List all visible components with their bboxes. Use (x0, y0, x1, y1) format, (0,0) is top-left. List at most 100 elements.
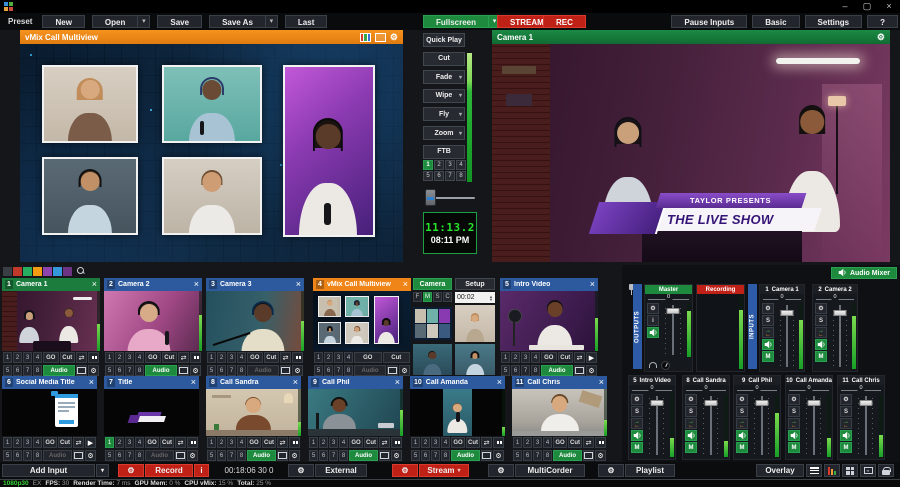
channel-speaker-icon[interactable] (647, 327, 659, 338)
overlay-7-button[interactable]: 7 (431, 450, 440, 461)
preview-video[interactable] (20, 44, 403, 262)
overlay-6-button[interactable]: 6 (115, 365, 124, 376)
channel-gear-icon[interactable]: ⚙ (815, 303, 827, 314)
overlay-5-button[interactable]: 5 (105, 450, 114, 461)
overlay-8-button[interactable]: 8 (339, 450, 348, 461)
monitor-icon[interactable] (583, 450, 594, 461)
overlay-2-button[interactable]: 2 (511, 352, 520, 363)
overlay-5-button[interactable]: 5 (105, 365, 114, 376)
input-title-bar[interactable]: 7Title× (104, 376, 199, 389)
go-button[interactable]: GO (145, 352, 161, 363)
input-title-bar[interactable]: 6Social Media Title× (2, 376, 97, 389)
call-camera-button[interactable]: Camera (413, 278, 452, 290)
audio-button[interactable]: Audio (247, 450, 276, 461)
call-thumb-caller2[interactable] (413, 344, 452, 375)
cut-button[interactable]: Cut (160, 437, 174, 448)
playlist-button[interactable]: Playlist (625, 464, 675, 477)
transition-tbar[interactable] (424, 188, 477, 208)
close-icon[interactable]: × (92, 280, 97, 289)
channel-gear-icon[interactable]: ⚙ (647, 303, 659, 314)
overlay-1-button[interactable]: 1 (513, 437, 522, 448)
category-tab-blue[interactable] (53, 267, 62, 276)
monitor-icon[interactable] (387, 365, 398, 376)
category-tab-purple[interactable] (43, 267, 52, 276)
loop-swap-icon[interactable]: ⇄ (280, 352, 291, 363)
channel-fader[interactable] (852, 394, 879, 457)
overlay-8-button[interactable]: 8 (237, 450, 246, 461)
fullscreen-preview-icon[interactable] (375, 33, 386, 42)
audio-mixer-button[interactable]: Audio Mixer (831, 267, 897, 279)
channel-bus-icon[interactable] (736, 418, 748, 429)
channel-mute-button[interactable]: M (840, 442, 852, 453)
channel-fader[interactable] (748, 394, 775, 457)
audio-button[interactable]: Audio (43, 365, 75, 376)
overlay-2-button[interactable]: 2 (13, 437, 22, 448)
input-preview[interactable] (206, 291, 304, 351)
close-icon[interactable]: × (590, 280, 595, 289)
overlay-6-button[interactable]: 6 (523, 450, 532, 461)
go-button[interactable]: GO (354, 352, 382, 363)
loop-swap-icon[interactable]: ⇄ (379, 437, 390, 448)
pause-icon[interactable] (595, 437, 606, 448)
go-button[interactable]: GO (43, 352, 59, 363)
input-preview[interactable] (104, 389, 199, 436)
overlay-7-button[interactable]: 7 (533, 450, 542, 461)
overlay-1-button[interactable]: 1 (3, 352, 12, 363)
call-mode-f-button[interactable]: F (413, 292, 422, 302)
channel-gear-icon[interactable]: ⚙ (685, 394, 697, 405)
input-title-bar[interactable]: 11Call Chris× (512, 376, 607, 389)
overlay-4-button[interactable]: 4 (135, 437, 144, 448)
overlay-8-button[interactable]: 8 (135, 365, 144, 376)
go-button[interactable]: GO (247, 437, 261, 448)
input-gear-icon[interactable]: ⚙ (586, 365, 597, 376)
call-thumb-caller3[interactable] (455, 344, 495, 375)
audio-button[interactable]: Audio (247, 365, 279, 376)
cut-button[interactable]: Cut (383, 352, 411, 363)
overlay-5-button[interactable]: 5 (207, 365, 216, 376)
overlay-3-button[interactable]: 3 (125, 352, 134, 363)
pause-icon[interactable] (289, 437, 300, 448)
dropdown-arrow-icon[interactable]: ▾ (459, 111, 462, 118)
go-button[interactable]: GO (553, 437, 567, 448)
channel-speaker-icon[interactable] (631, 430, 643, 441)
overlay-7-button[interactable]: 7 (23, 365, 32, 376)
go-button[interactable]: GO (349, 437, 363, 448)
input-gear-icon[interactable]: ⚙ (399, 365, 410, 376)
audio-button[interactable]: Audio (349, 450, 378, 461)
go-button[interactable]: GO (247, 352, 263, 363)
maximize-button[interactable]: ▢ (856, 0, 878, 13)
toolbar-basic-button[interactable]: Basic (752, 15, 799, 28)
close-icon[interactable]: × (194, 280, 199, 289)
pause-icon[interactable] (391, 437, 402, 448)
input-title-bar[interactable]: 9Call Phil× (308, 376, 403, 389)
channel-solo-button[interactable]: S (736, 406, 748, 417)
dropdown-arrow-icon[interactable]: ▾ (459, 74, 462, 81)
stream-button[interactable]: Stream▾ (419, 464, 469, 477)
input-gear-icon[interactable]: ⚙ (85, 450, 96, 461)
stinger-7-button[interactable]: 7 (445, 171, 455, 181)
channel-mute-button[interactable]: M (631, 442, 643, 453)
input-preview[interactable] (313, 291, 411, 351)
close-icon[interactable]: × (403, 280, 408, 289)
close-icon[interactable]: × (497, 378, 502, 387)
overlay-4-button[interactable]: 4 (339, 437, 348, 448)
input-preview[interactable] (500, 291, 598, 351)
toolbar-open-button[interactable]: Open (92, 15, 138, 28)
stinger-1-button[interactable]: 1 (423, 160, 433, 170)
transition-wipe-button[interactable]: Wipe▾ (423, 89, 465, 103)
loop-swap-icon[interactable]: ⇄ (277, 437, 288, 448)
close-button[interactable]: × (878, 0, 900, 13)
overlay-2-button[interactable]: 2 (523, 437, 532, 448)
record-settings-gear-icon[interactable]: ⚙ (118, 464, 144, 477)
overlay-4-button[interactable]: 4 (441, 437, 450, 448)
overlay-1-button[interactable]: 1 (501, 352, 510, 363)
overlay-6-button[interactable]: 6 (13, 365, 22, 376)
overlay-4-button[interactable]: 4 (543, 437, 552, 448)
overlay-1-button[interactable]: 1 (105, 352, 114, 363)
call-duration-field[interactable]: 00:02 ▲▼ (455, 292, 495, 303)
overlay-3-button[interactable]: 3 (125, 437, 134, 448)
overlay-2-button[interactable]: 2 (324, 352, 333, 363)
audio-button[interactable]: Audio (145, 365, 177, 376)
transition-cut-button[interactable]: Cut (423, 52, 465, 66)
channel-mute-button[interactable]: M (736, 442, 748, 453)
